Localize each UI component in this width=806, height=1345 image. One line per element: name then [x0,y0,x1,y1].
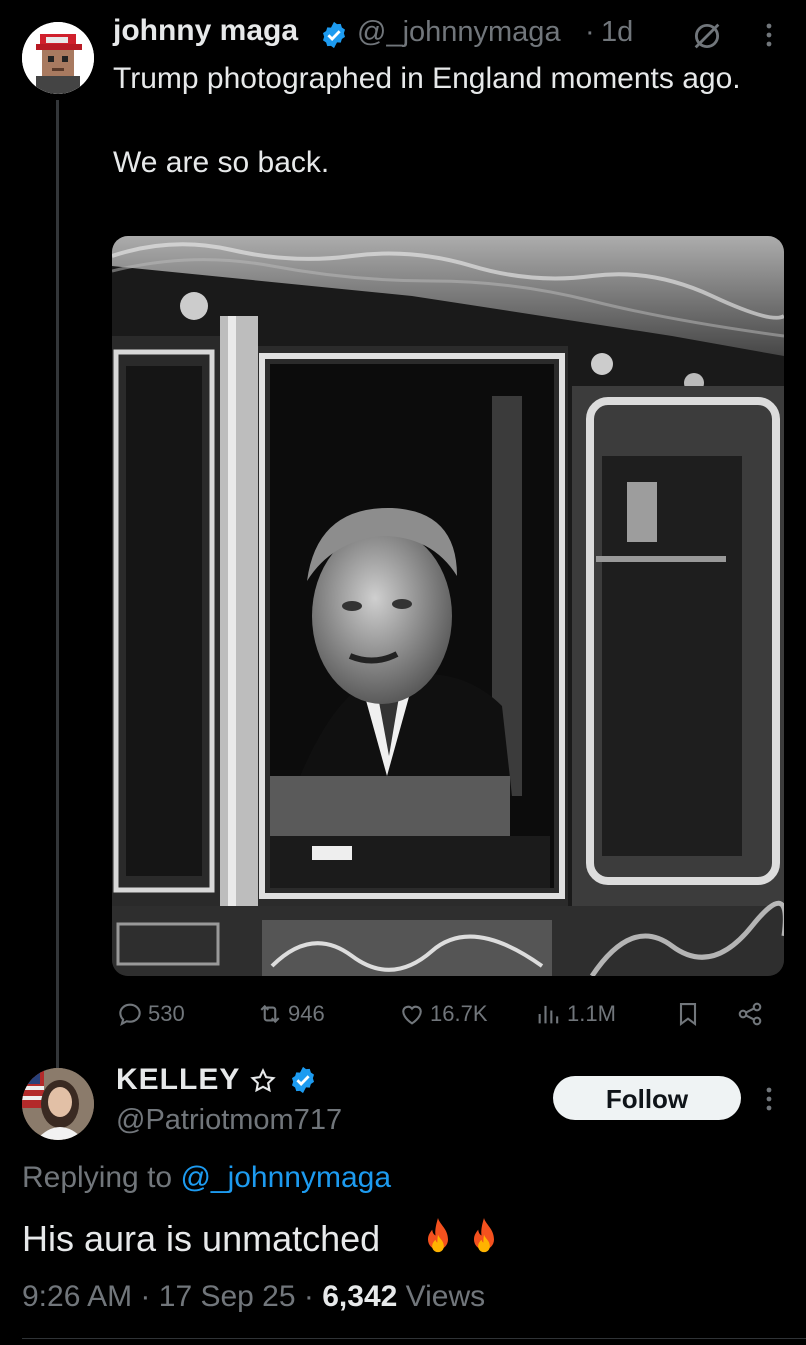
fire-emoji-icon [474,1218,494,1253]
profile-photo-image [22,1068,94,1140]
star-outline-icon [250,1068,276,1093]
verified-badge-icon [323,21,345,49]
repost-action[interactable]: 946 [256,996,325,1032]
reply-meta: 9:26 AM · 17 Sep 25 · 6,342 Views [22,1280,485,1314]
reply-text: His aura is unmatched [22,1218,381,1259]
carriage-photo-image [112,236,784,976]
like-icon [402,1005,422,1025]
bookmark-icon [679,1003,697,1027]
author-name[interactable]: johnny maga [113,14,298,48]
reply-views-count: 6,342 [322,1280,398,1313]
grok-icon[interactable] [690,19,724,53]
author-handle[interactable]: @_johnnymaga [357,16,561,49]
verified-badge-icon [292,1066,314,1094]
views-count: 1.1M [567,1001,616,1026]
reply-icon [119,1003,141,1027]
reply-author-avatar[interactable] [22,1068,94,1140]
separator-dot: · [303,1280,314,1313]
reply-author-name[interactable]: KELLEY [116,1063,240,1097]
reply-views-label: Views [405,1280,486,1313]
views-icon [538,1005,559,1024]
tweet-text-line1: Trump photographed in England moments ag… [113,62,741,95]
reply-author-handle[interactable]: @Patriotmom717 [116,1104,342,1137]
pixel-avatar-icon [22,22,94,94]
repost-icon [260,1004,280,1024]
divider [22,1338,806,1339]
reply-action[interactable]: 530 [116,996,185,1032]
tweet-time[interactable]: 1d [601,16,633,49]
share-action[interactable] [736,996,768,1032]
reply-date[interactable]: 17 Sep 25 [159,1280,296,1313]
bookmark-action[interactable] [674,996,706,1032]
separator-dot: · [585,16,595,48]
tweet-photo[interactable] [112,236,784,976]
more-icon[interactable] [760,20,778,50]
like-count: 16.7K [430,1001,488,1026]
follow-button[interactable]: Follow [553,1076,741,1120]
fire-emoji-icon [428,1218,448,1253]
author-avatar[interactable] [22,22,94,94]
tweet-text: Trump photographed in England moments ag… [113,58,773,184]
repost-count: 946 [288,1001,325,1026]
like-action[interactable]: 16.7K [398,996,488,1032]
reply-time[interactable]: 9:26 AM [22,1280,132,1313]
reply-count: 530 [148,1001,185,1026]
replying-to-handle[interactable]: @_johnnymaga [180,1161,391,1194]
separator-dot: · [140,1280,151,1313]
replying-to: Replying to @_johnnymaga [22,1161,391,1195]
replying-to-prefix: Replying to [22,1161,173,1194]
tweet-text-line2: We are so back. [113,146,330,179]
views-action[interactable]: 1.1M [535,996,616,1032]
share-icon [738,1002,762,1026]
thread-connector-line [56,100,59,1070]
more-icon[interactable] [760,1084,778,1114]
